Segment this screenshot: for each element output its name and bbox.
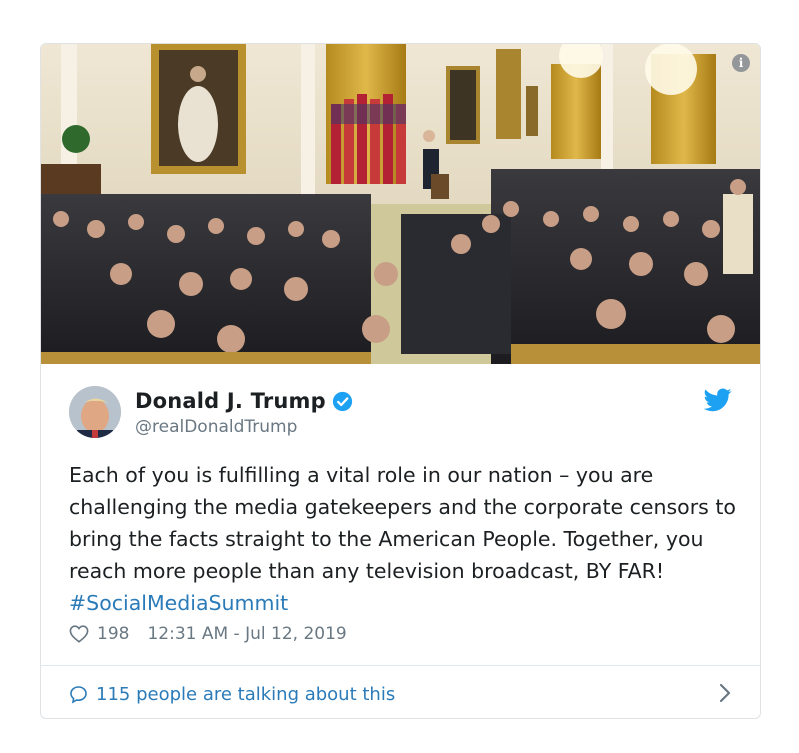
- tweet-meta: 198 12:31 AM - Jul 12, 2019: [69, 624, 347, 644]
- tweet-header: Donald J. Trump @realDonaldTrump: [69, 386, 732, 442]
- conversation-link[interactable]: 115 people are talking about this: [69, 680, 732, 708]
- tweet-text: Each of you is fulfilling a vital role i…: [69, 459, 749, 619]
- tweet-photo[interactable]: i: [41, 44, 760, 364]
- verified-icon: [332, 391, 352, 411]
- divider: [41, 665, 760, 666]
- user-handle[interactable]: @realDonaldTrump: [135, 417, 297, 437]
- hashtag-link[interactable]: #SocialMediaSummit: [69, 591, 288, 615]
- display-name[interactable]: Donald J. Trump: [135, 389, 326, 413]
- timestamp-link[interactable]: 12:31 AM - Jul 12, 2019: [147, 624, 346, 644]
- tweet-body: Each of you is fulfilling a vital role i…: [69, 463, 736, 583]
- east-room-event-photo: [41, 44, 760, 364]
- avatar[interactable]: [69, 386, 121, 438]
- speech-bubble-icon: [70, 685, 87, 704]
- twitter-bird-icon[interactable]: [704, 388, 732, 412]
- avatar-image: [69, 386, 121, 438]
- info-icon[interactable]: i: [732, 54, 750, 72]
- heart-icon[interactable]: [69, 625, 89, 643]
- chevron-right-icon[interactable]: [718, 683, 732, 703]
- name-row: Donald J. Trump: [135, 389, 353, 413]
- conversation-count: 115 people are talking about this: [96, 683, 396, 705]
- like-count[interactable]: 198: [97, 624, 129, 644]
- tweet-card: i Donald J. Trump @realDonaldTrump Each …: [40, 43, 761, 719]
